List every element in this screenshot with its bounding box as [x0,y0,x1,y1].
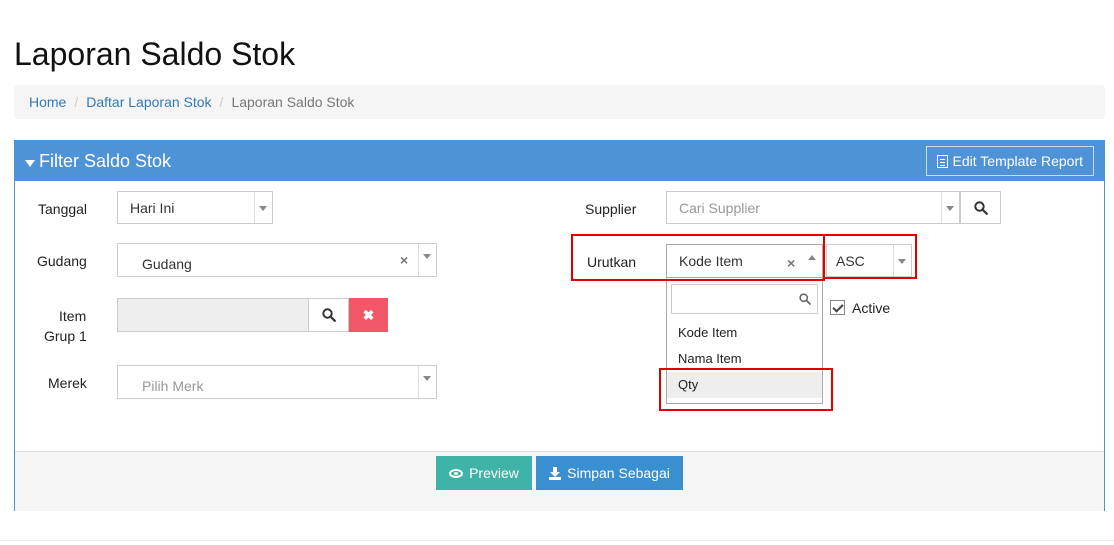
chevron-up-icon [808,255,816,260]
preview-label: Preview [469,465,519,481]
dropdown-option[interactable]: Nama Item [667,346,822,372]
urutkan-direction-value: ASC [836,253,865,269]
tanggal-value: Hari Ini [130,200,175,216]
active-checkbox[interactable] [830,300,845,315]
item-grup-label-line1: Item [59,308,87,324]
gudang-label: Gudang [37,253,87,269]
search-icon [321,308,336,322]
dropdown-search-input[interactable] [671,284,818,314]
download-tray [549,476,562,480]
tanggal-caret-wrap [254,192,272,223]
page-title: Laporan Saldo Stok [14,36,296,72]
breadcrumb: Home / Daftar Laporan Stok / Laporan Sal… [14,85,1105,119]
tanggal-label: Tanggal [38,201,88,217]
item-grup-input[interactable] [117,298,309,332]
merek-caret-wrap [418,366,436,398]
tanggal-select[interactable]: Hari Ini [117,191,273,224]
breadcrumb-current: Laporan Saldo Stok [231,94,355,110]
eye-icon [449,468,464,478]
filter-icon [25,159,35,167]
supplier-label: Supplier [585,201,637,217]
supplier-search-button[interactable] [960,191,1001,224]
supplier-caret-wrap [941,192,959,223]
edit-template-label: Edit Template Report [952,153,1083,169]
chevron-down-icon [259,206,267,211]
chevron-down-icon [898,259,906,264]
item-grup-search-button[interactable] [308,298,349,332]
chevron-down-icon [423,254,431,259]
save-as-button[interactable]: Simpan Sebagai [536,456,683,490]
dropdown-option-highlighted[interactable]: Qty [667,372,822,398]
urutkan-label: Urutkan [587,254,637,270]
urutkan-select[interactable]: Kode Item × [666,244,823,278]
breadcrumb-parent-link[interactable]: Daftar Laporan Stok [86,94,211,110]
preview-button[interactable]: Preview [436,456,532,490]
merek-select[interactable]: Pilih Merk [117,365,437,399]
gudang-select[interactable]: Gudang × [117,243,437,277]
direction-caret-wrap [893,245,911,276]
urutkan-value: Kode Item [679,253,743,269]
urutkan-clear-icon[interactable]: × [787,255,795,271]
urutkan-direction-select[interactable]: ASC [826,244,912,277]
supplier-select[interactable]: Cari Supplier [666,191,960,224]
breadcrumb-separator: / [74,94,79,110]
merek-placeholder: Pilih Merk [142,378,204,394]
breadcrumb-separator: / [219,94,224,110]
search-icon [973,200,988,215]
merek-label: Merek [48,375,87,391]
panel-title-text: Filter Saldo Stok [39,150,172,171]
save-as-label: Simpan Sebagai [567,465,670,481]
download-icon [549,466,562,480]
gudang-value: Gudang [142,256,192,272]
bottom-divider [0,540,1114,541]
active-label: Active [852,300,891,316]
chevron-down-icon [423,376,431,381]
panel-heading: Filter Saldo Stok Edit Template Report [15,141,1104,181]
panel-title: Filter Saldo Stok [25,151,171,172]
file-text-icon [936,154,948,168]
supplier-placeholder: Cari Supplier [679,200,760,216]
breadcrumb-home-link[interactable]: Home [29,94,66,110]
gudang-clear-icon[interactable]: × [400,252,408,268]
gudang-caret-wrap [418,244,436,276]
urutkan-dropdown: Kode Item Nama Item Qty [666,277,823,404]
search-icon [799,293,811,305]
item-grup-clear-button[interactable]: ✖ [349,298,388,332]
close-icon: ✖ [362,306,375,323]
edit-template-button[interactable]: Edit Template Report [925,146,1094,176]
item-grup-label-line2: Grup 1 [44,328,87,344]
dropdown-option[interactable]: Kode Item [667,320,822,346]
chevron-down-icon [946,206,954,211]
